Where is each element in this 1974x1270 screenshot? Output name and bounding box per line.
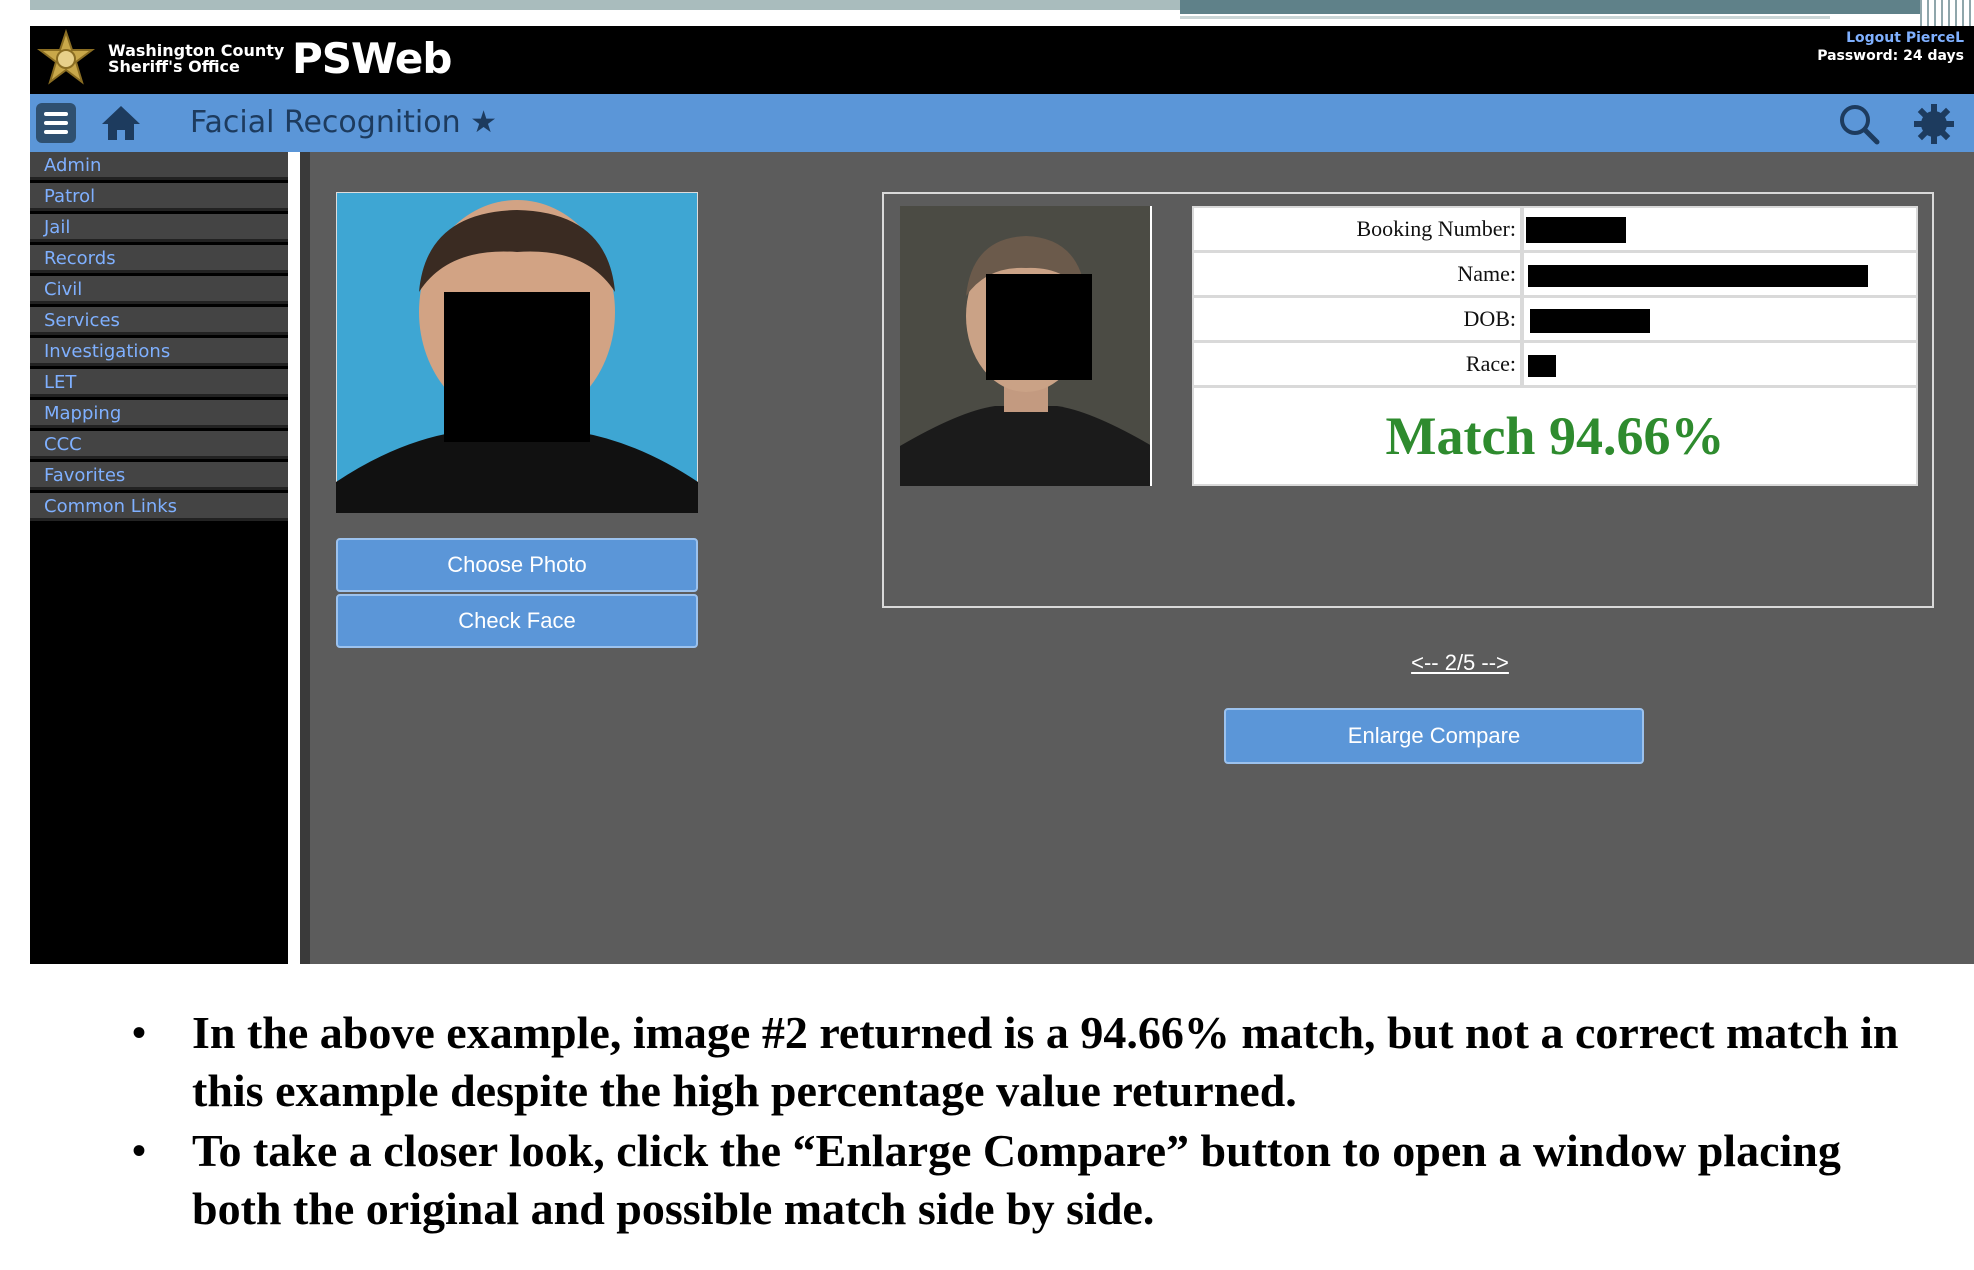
logout-link[interactable]: Logout PierceL [1846,30,1964,46]
page-title: Facial Recognition ★ [190,105,498,140]
enlarge-compare-button[interactable]: Enlarge Compare [1224,708,1644,764]
org-name-line2: Sheriff's Office [108,57,240,76]
corner-decor-lines [1920,0,1974,26]
booking-info-table: Booking Number: Name: DOB: Race: Match 9… [1192,206,1918,486]
search-icon[interactable] [1838,103,1880,145]
check-face-button[interactable]: Check Face [336,594,698,648]
gear-icon[interactable] [1912,102,1956,146]
sidebar-item-ccc[interactable]: CCC [30,431,288,459]
dob-row: DOB: [1194,298,1916,340]
booking-photo [900,206,1152,486]
sidebar-item-let[interactable]: LET [30,369,288,397]
password-status: Password: 24 days [1817,48,1964,64]
booking-number-value [1524,208,1916,250]
sidebar-item-patrol[interactable]: Patrol [30,183,288,211]
note-item: • In the above example, image #2 returne… [132,1004,1932,1120]
app-header: Washington County Sheriff's Office PSWeb… [30,26,1974,94]
menu-icon[interactable] [36,103,76,143]
top-decor-line [1180,16,1830,19]
match-score-cell: Match 94.66% [1194,388,1916,484]
app-title: PSWeb [292,34,452,83]
note-item: • To take a closer look, click the “Enla… [132,1122,1932,1238]
dob-label: DOB: [1194,298,1520,340]
sidebar-item-mapping[interactable]: Mapping [30,400,288,428]
sidebar-item-civil[interactable]: Civil [30,276,288,304]
top-decor-band [1180,0,1974,14]
org-name: Washington County Sheriff's Office [108,43,284,75]
uploaded-photo [336,192,698,513]
sidebar-item-jail[interactable]: Jail [30,214,288,242]
note-text: To take a closer look, click the “Enlarg… [192,1125,1841,1234]
race-label: Race: [1194,343,1520,385]
home-icon[interactable] [100,102,142,144]
booking-number-row: Booking Number: [1194,208,1916,250]
redaction-bar [1530,309,1650,333]
result-pager[interactable]: <-- 2/5 --> [1330,650,1590,676]
match-score: Match 94.66% [1385,406,1725,466]
dob-value [1524,298,1916,340]
sidebar-item-records[interactable]: Records [30,245,288,273]
sidebar-item-favorites[interactable]: Favorites [30,462,288,490]
redaction-bar [1528,265,1868,287]
sidebar: Admin Patrol Jail Records Civil Services… [30,152,288,964]
sidebar-item-services[interactable]: Services [30,307,288,335]
note-text: In the above example, image #2 returned … [192,1007,1899,1116]
psweb-app: Washington County Sheriff's Office PSWeb… [30,26,1974,964]
bullet-icon: • [132,1010,147,1055]
race-row: Race: [1194,343,1916,385]
name-row: Name: [1194,253,1916,295]
bullet-icon: • [132,1128,147,1173]
sidebar-item-investigations[interactable]: Investigations [30,338,288,366]
race-value [1524,343,1916,385]
choose-photo-button[interactable]: Choose Photo [336,538,698,592]
redaction-bar [1526,217,1626,243]
sheriff-badge-logo [37,28,95,85]
sidebar-item-common-links[interactable]: Common Links [30,493,288,521]
name-value [1524,253,1916,295]
sidebar-item-admin[interactable]: Admin [30,152,288,180]
redaction-bar [1528,355,1556,377]
name-label: Name: [1194,253,1520,295]
notes-list: • In the above example, image #2 returne… [132,1004,1932,1240]
booking-number-label: Booking Number: [1194,208,1520,250]
nav-bar: Facial Recognition ★ [30,94,1974,152]
